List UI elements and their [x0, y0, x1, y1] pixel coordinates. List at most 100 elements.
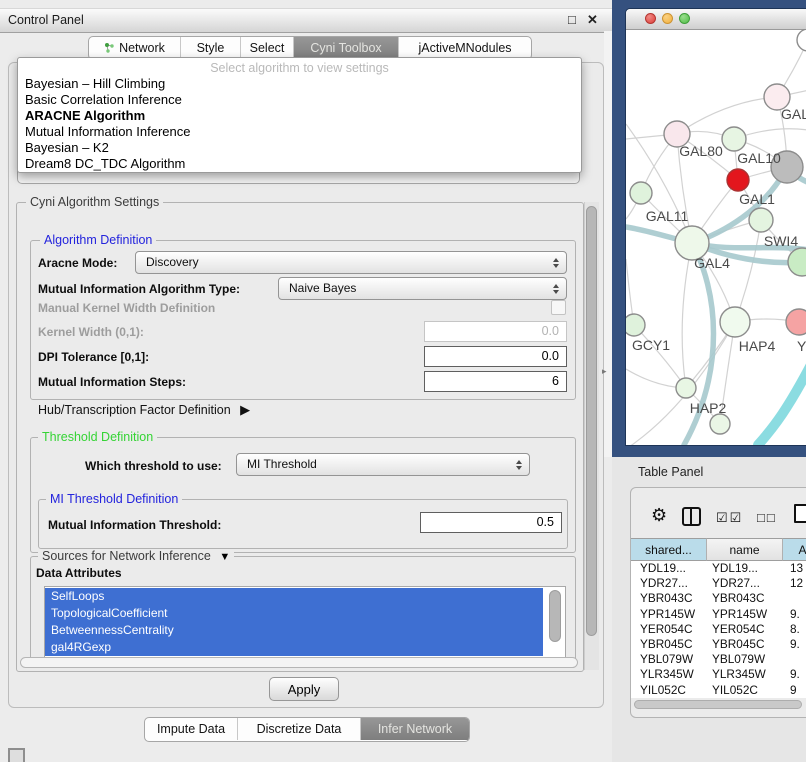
sources-group-title[interactable]: Sources for Network Inference ▼: [38, 549, 234, 563]
node-bottom-cut[interactable]: [710, 414, 730, 434]
node-gcy1[interactable]: [626, 314, 645, 336]
dock-icon[interactable]: [8, 748, 25, 762]
column-header-cut[interactable]: A: [783, 538, 806, 561]
table-row[interactable]: YBL079W YBL079W: [631, 652, 806, 667]
dropdown-item[interactable]: Bayesian – Hill Climbing: [18, 76, 581, 92]
mi-threshold-label: Mutual Information Threshold:: [48, 518, 221, 532]
table-cell[interactable]: YBR043C: [712, 591, 778, 606]
zoom-traffic-light[interactable]: [679, 13, 690, 24]
table-cell[interactable]: YLR345W: [712, 667, 778, 682]
node-cut-top[interactable]: [797, 29, 806, 51]
tab-style[interactable]: Style: [181, 37, 241, 59]
table-row[interactable]: YIL052C YIL052C 9: [631, 683, 806, 698]
deselect-all-checkboxes-icon[interactable]: □□: [757, 510, 777, 525]
dropdown-item-selected[interactable]: ARACNE Algorithm: [18, 108, 581, 124]
table-cell[interactable]: 13: [790, 561, 806, 576]
list-item-selected[interactable]: TopologicalCoefficient: [45, 605, 543, 622]
dropdown-item[interactable]: Basic Correlation Inference: [18, 92, 581, 108]
column-header-name[interactable]: name: [707, 538, 783, 561]
settings-vscrollbar-thumb[interactable]: [586, 206, 597, 636]
dropdown-item[interactable]: Bayesian – K2: [18, 140, 581, 156]
hub-definition-expander[interactable]: Hub/Transcription Factor Definition ▶: [38, 402, 250, 418]
column-header-shared-name[interactable]: shared...: [631, 538, 707, 561]
node-gal10[interactable]: [722, 127, 746, 151]
tab-select[interactable]: Select: [241, 37, 294, 59]
table-cell[interactable]: YPR145W: [712, 607, 778, 622]
which-threshold-select[interactable]: MI Threshold: [236, 453, 530, 476]
apply-button[interactable]: Apply: [269, 677, 339, 701]
table-row[interactable]: YDR27... YDR27... 12: [631, 576, 806, 591]
table-cell[interactable]: 12: [790, 576, 806, 591]
tab-cyni-toolbox[interactable]: Cyni Toolbox: [294, 37, 399, 59]
tab-jactivemnodules[interactable]: jActiveMNodules: [399, 37, 531, 59]
table-cell[interactable]: YLR345W: [640, 667, 706, 682]
select-all-checkboxes-icon[interactable]: ☑☑: [716, 510, 743, 526]
table-hscrollbar-thumb[interactable]: [634, 700, 802, 709]
tab-network[interactable]: Network: [89, 37, 181, 59]
node-swi4[interactable]: [749, 208, 773, 232]
node-label: GAL80: [679, 143, 723, 159]
table-cell[interactable]: 8.: [790, 622, 806, 637]
close-traffic-light[interactable]: [645, 13, 656, 24]
close-icon[interactable]: ✕: [587, 12, 598, 28]
node-gal11[interactable]: [630, 182, 652, 204]
tab-discretize-data[interactable]: Discretize Data: [238, 718, 361, 740]
table-cell[interactable]: 9.: [790, 667, 806, 682]
control-panel-title: Control Panel: [8, 13, 84, 27]
application-window: Control Panel □ ✕ Network Style Select C…: [0, 0, 806, 762]
table-cell[interactable]: YER054C: [712, 622, 778, 637]
table-cell[interactable]: YER054C: [640, 622, 706, 637]
table-cell[interactable]: YBR043C: [640, 591, 706, 606]
tab-infer-network[interactable]: Infer Network: [361, 718, 469, 740]
collapse-down-icon: ▼: [219, 551, 230, 563]
aracne-mode-value: Discovery: [146, 255, 199, 269]
gear-icon[interactable]: ⚙: [651, 505, 667, 526]
table-row[interactable]: YBR045C YBR045C 9.: [631, 637, 806, 652]
node-gal1[interactable]: [727, 169, 749, 191]
kernel-width-field[interactable]: 0.0: [424, 321, 567, 342]
minimize-traffic-light[interactable]: [662, 13, 673, 24]
table-cell[interactable]: YDR27...: [640, 576, 706, 591]
aracne-mode-select[interactable]: Discovery: [135, 251, 567, 274]
table-row[interactable]: YER054C YER054C 8.: [631, 622, 806, 637]
node-hap2[interactable]: [676, 378, 696, 398]
mi-type-select[interactable]: Naive Bayes: [278, 277, 567, 300]
export-table-icon[interactable]: [794, 504, 806, 523]
table-cell[interactable]: YDL19...: [712, 561, 778, 576]
dpi-tolerance-field[interactable]: 0.0: [424, 346, 567, 367]
list-item-selected[interactable]: gal4RGexp: [45, 639, 543, 656]
table-cell[interactable]: YDL19...: [640, 561, 706, 576]
table-cell[interactable]: YBR045C: [640, 637, 706, 652]
panel-splitter[interactable]: [604, 31, 612, 457]
float-icon[interactable]: □: [568, 12, 576, 27]
mi-steps-field[interactable]: 6: [424, 371, 567, 392]
network-canvas[interactable]: GAL GAL80 GAL10 GAL1 GAL11 SWI4 GAL4 GCY…: [626, 29, 806, 445]
dropdown-item[interactable]: Mutual Information Inference: [18, 124, 581, 140]
splitter-arrow-icon[interactable]: ▸: [602, 366, 607, 377]
table-row[interactable]: YPR145W YPR145W 9.: [631, 607, 806, 622]
table-row[interactable]: YDL19... YDL19... 13: [631, 561, 806, 576]
node-salmon[interactable]: [786, 309, 806, 335]
list-item-selected[interactable]: SelfLoops: [45, 588, 543, 605]
node-hap4[interactable]: [720, 307, 750, 337]
tab-impute-data[interactable]: Impute Data: [145, 718, 238, 740]
dropdown-item[interactable]: Dream8 DC_TDC Algorithm: [18, 156, 581, 172]
table-cell[interactable]: 9: [790, 683, 806, 698]
table-cell[interactable]: 9.: [790, 637, 806, 652]
manual-kernel-checkbox[interactable]: [551, 300, 566, 315]
table-row[interactable]: YLR345W YLR345W 9.: [631, 667, 806, 682]
table-row[interactable]: YBR043C YBR043C: [631, 591, 806, 606]
table-cell[interactable]: YPR145W: [640, 607, 706, 622]
table-cell[interactable]: YBL079W: [712, 652, 778, 667]
mi-threshold-field[interactable]: 0.5: [420, 512, 562, 533]
table-cell[interactable]: 9.: [790, 607, 806, 622]
split-columns-icon[interactable]: [682, 507, 701, 526]
list-item-selected[interactable]: BetweennessCentrality: [45, 622, 543, 639]
table-cell[interactable]: YBR045C: [712, 637, 778, 652]
table-cell[interactable]: YBL079W: [640, 652, 706, 667]
table-cell[interactable]: YIL052C: [640, 683, 706, 698]
settings-hscrollbar-thumb[interactable]: [20, 657, 578, 668]
table-cell[interactable]: YIL052C: [712, 683, 778, 698]
list-scrollbar-thumb[interactable]: [549, 590, 561, 642]
table-cell[interactable]: YDR27...: [712, 576, 778, 591]
